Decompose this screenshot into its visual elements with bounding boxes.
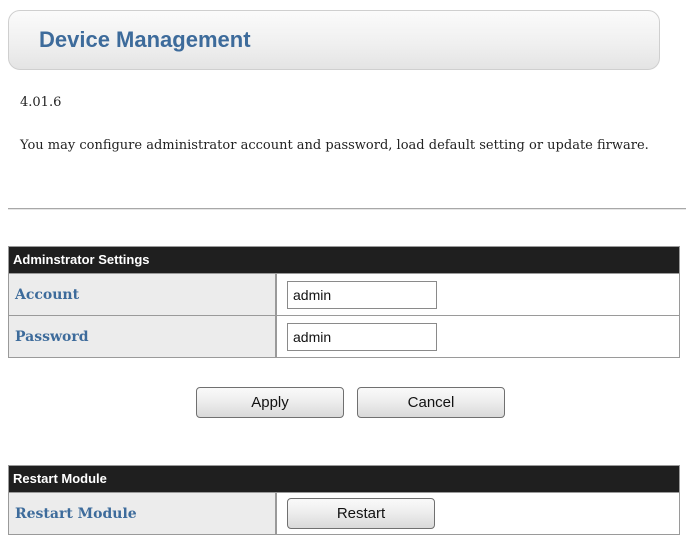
restart-module-header: Restart Module — [9, 466, 679, 492]
page-description: You may configure administrator account … — [20, 138, 649, 153]
password-value-cell — [277, 316, 679, 357]
account-row: Account — [9, 273, 679, 315]
firmware-version: 4.01.6 — [20, 95, 62, 110]
password-input[interactable] — [287, 322, 437, 351]
page-title: Device Management — [39, 27, 251, 52]
admin-settings-table: Adminstrator Settings Account Password — [8, 246, 680, 358]
apply-button[interactable]: Apply — [196, 387, 344, 418]
restart-value-cell: Restart — [277, 493, 679, 534]
password-row: Password — [9, 315, 679, 357]
admin-settings-header: Adminstrator Settings — [9, 247, 679, 273]
restart-button[interactable]: Restart — [287, 498, 435, 529]
account-label: Account — [9, 274, 277, 315]
account-value-cell — [277, 274, 679, 315]
restart-module-label: Restart Module — [9, 493, 277, 534]
account-input[interactable] — [287, 280, 437, 309]
restart-module-table: Restart Module Restart Module Restart — [8, 465, 680, 535]
title-panel: Device Management — [8, 10, 660, 70]
section-divider — [8, 208, 686, 210]
password-label: Password — [9, 316, 277, 357]
restart-module-row: Restart Module Restart — [9, 492, 679, 534]
cancel-button[interactable]: Cancel — [357, 387, 505, 418]
